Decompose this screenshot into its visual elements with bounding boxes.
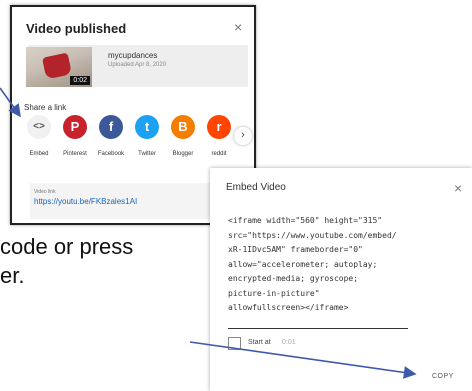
arrow-to-embed [0, 87, 21, 118]
annotation-arrows [0, 87, 417, 379]
arrow-to-copy [189, 341, 417, 379]
